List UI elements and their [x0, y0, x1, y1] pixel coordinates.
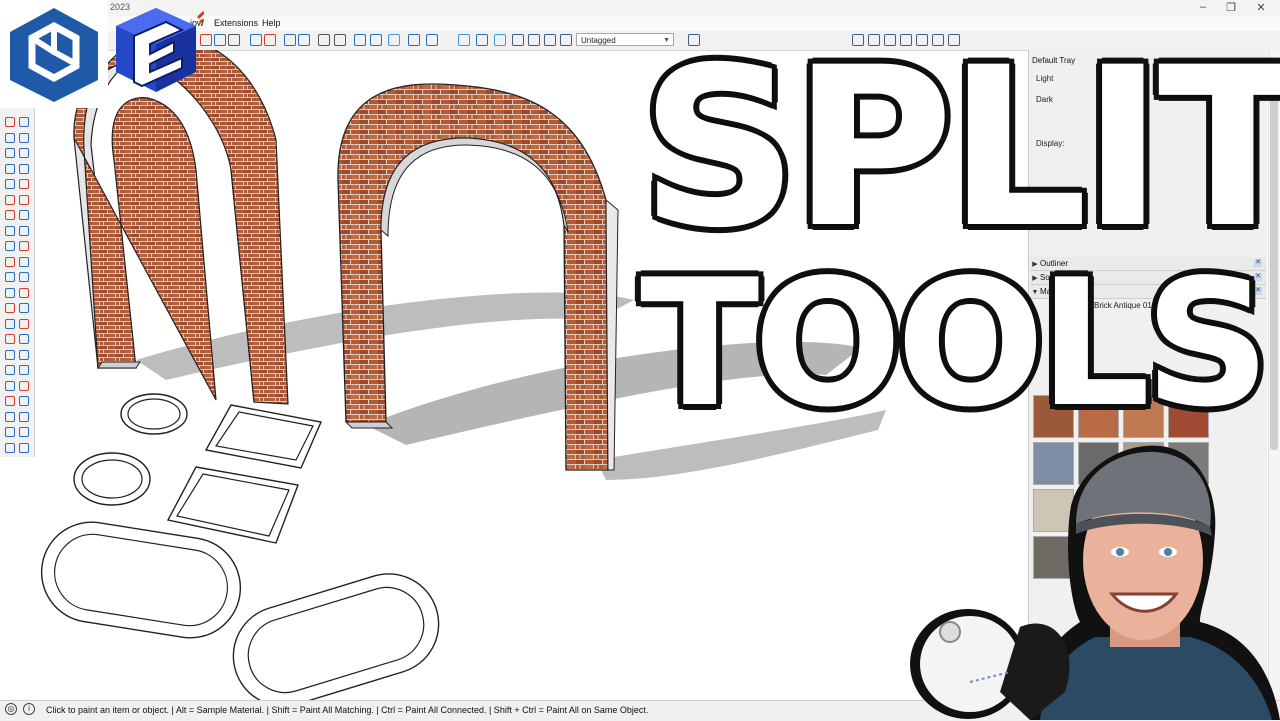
palette-tool-icon[interactable] [19, 194, 29, 205]
palette-tool-icon[interactable] [5, 365, 15, 375]
palette-tool-icon[interactable] [5, 334, 15, 344]
toolbar-tool-icon[interactable] [214, 34, 226, 46]
sketchup-logo-icon [0, 0, 108, 108]
palette-tool-icon[interactable] [19, 303, 29, 313]
rect-frame-1[interactable] [204, 404, 322, 469]
toolbar-view-icon[interactable] [512, 34, 524, 46]
rect-frame-2[interactable] [166, 466, 299, 544]
palette-tool-icon[interactable] [19, 365, 29, 375]
palette-tool-icon[interactable] [19, 179, 29, 189]
palette-tool-icon[interactable] [5, 163, 15, 174]
palette-tool-icon[interactable] [5, 303, 15, 313]
palette-tool-icon[interactable] [19, 210, 29, 220]
extension-cube-logo-icon [116, 8, 204, 92]
palette-tool-icon[interactable] [19, 287, 29, 298]
toolbar-tool-icon[interactable] [318, 34, 330, 46]
geolocation-icon[interactable]: ◎ [5, 703, 17, 715]
palette-tool-icon[interactable] [19, 225, 29, 236]
toolbar-view-icon[interactable] [544, 34, 556, 46]
toolbar-tool-icon[interactable] [298, 34, 310, 46]
toolbar-tool-icon[interactable] [426, 34, 438, 46]
headline-line-1: SPLIT [635, 20, 1280, 276]
palette-tool-icon[interactable] [5, 117, 15, 127]
toolbar-tool-icon[interactable] [334, 34, 346, 46]
palette-tool-icon[interactable] [5, 210, 15, 220]
toolbar-tool-icon[interactable] [228, 34, 240, 46]
toolbar-view-icon[interactable] [528, 34, 540, 46]
status-text: Click to paint an item or object. | Alt … [46, 705, 649, 715]
palette-tool-icon[interactable] [19, 241, 29, 251]
palette-tool-icon[interactable] [5, 411, 15, 422]
palette-tool-icon[interactable] [19, 411, 29, 422]
palette-tool-icon[interactable] [19, 272, 29, 282]
palette-tool-icon[interactable] [19, 349, 29, 360]
palette-tool-icon[interactable] [19, 442, 29, 453]
ring-segmented[interactable] [73, 452, 151, 506]
presenter-photo [910, 445, 1280, 720]
close-icon[interactable]: ✕ [1250, 1, 1272, 14]
toolbar-tool-icon[interactable] [264, 34, 276, 46]
palette-tool-icon[interactable] [5, 148, 15, 158]
restore-icon[interactable]: ❐ [1220, 1, 1242, 14]
minimize-icon[interactable]: – [1192, 1, 1214, 13]
toolbar-tool-icon[interactable] [370, 34, 382, 46]
palette-tool-icon[interactable] [19, 163, 29, 174]
toolbar-tool-icon[interactable] [354, 34, 366, 46]
palette-tool-icon[interactable] [5, 318, 15, 329]
palette-tool-icon[interactable] [5, 132, 15, 143]
toolbar-tool-icon[interactable] [250, 34, 262, 46]
oval-frame-segmented[interactable] [221, 561, 451, 700]
oval-frame-1[interactable] [36, 515, 248, 645]
palette-tool-icon[interactable] [5, 272, 15, 282]
palette-tool-icon[interactable] [5, 287, 15, 298]
palette-tool-icon[interactable] [19, 334, 29, 344]
palette-tool-icon[interactable] [19, 380, 29, 391]
toolbar-tool-icon[interactable] [476, 34, 488, 46]
palette-tool-icon[interactable] [19, 132, 29, 143]
palette-tool-icon[interactable] [5, 256, 15, 267]
palette-tool-icon[interactable] [5, 427, 15, 437]
palette-tool-icon[interactable] [5, 225, 15, 236]
palette-tool-icon[interactable] [5, 349, 15, 360]
toolbar-tool-icon[interactable] [408, 34, 420, 46]
palette-tool-icon[interactable] [19, 148, 29, 158]
toolbar-tool-icon[interactable] [458, 34, 470, 46]
palette-tool-icon[interactable] [5, 442, 15, 453]
palette-tool-icon[interactable] [19, 256, 29, 267]
palette-tool-icon[interactable] [5, 194, 15, 205]
ring-small[interactable] [120, 393, 188, 435]
menu-extensions[interactable]: Extensions [214, 18, 258, 28]
toolbar-view-icon[interactable] [560, 34, 572, 46]
ring-small-inner [127, 398, 181, 430]
palette-tool-icon[interactable] [19, 427, 29, 437]
palette-tool-icon[interactable] [5, 380, 15, 391]
palette-tool-icon[interactable] [19, 396, 29, 406]
info-icon[interactable]: i [23, 703, 35, 715]
palette-tool-icon[interactable] [19, 117, 29, 127]
menu-help[interactable]: Help [262, 18, 281, 28]
toolbar-tool-icon[interactable] [284, 34, 296, 46]
palette-tool-icon[interactable] [5, 396, 15, 406]
tag-select-value: Untagged [581, 36, 616, 45]
toolbar-tool-icon[interactable] [494, 34, 506, 46]
palette-tool-icon[interactable] [5, 241, 15, 251]
palette-tool-icon[interactable] [5, 179, 15, 189]
palette-tool-icon[interactable] [19, 318, 29, 329]
headline-line-2: TOOLS! [635, 243, 1280, 446]
toolbar-tool-icon[interactable] [388, 34, 400, 46]
